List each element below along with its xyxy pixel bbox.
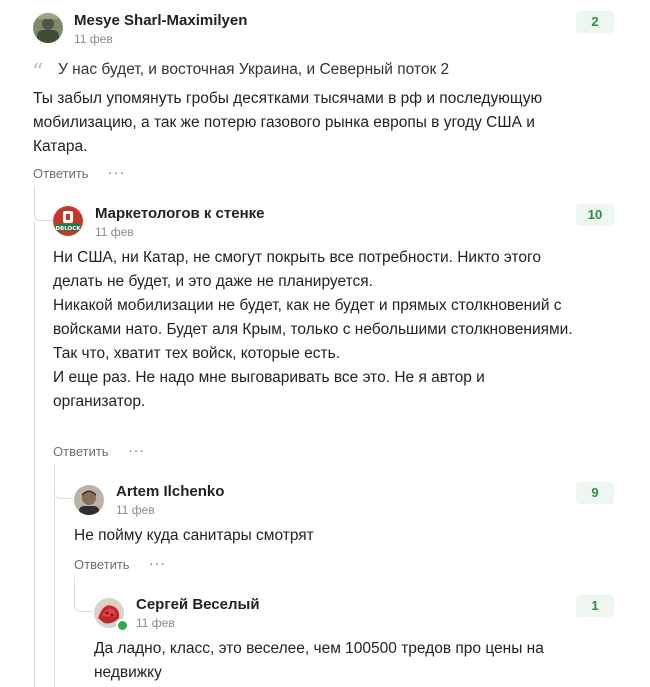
thread-line-level-1 bbox=[34, 186, 53, 221]
comment-text: Да ладно, класс, это веселее, чем 100500… bbox=[94, 640, 544, 681]
avatar-logo-text: DBLOCK bbox=[55, 226, 81, 232]
rating-badge[interactable]: 10 bbox=[576, 204, 614, 226]
avatar-photo-icon bbox=[74, 485, 104, 515]
avatar[interactable] bbox=[74, 485, 104, 515]
comment-text: Ты забыл упомянуть гробы десятками тысяч… bbox=[33, 90, 543, 155]
rating-badge[interactable]: 2 bbox=[576, 11, 614, 33]
avatar[interactable] bbox=[33, 13, 63, 43]
quoted-text: У нас будет, и восточная Украина, и Севе… bbox=[58, 61, 450, 78]
thread-line-level-2-continue bbox=[54, 498, 55, 687]
more-options-icon[interactable]: ··· bbox=[108, 164, 125, 180]
comment-text: Не пойму куда санитары смотрят bbox=[74, 527, 314, 544]
thread-line-level-3 bbox=[74, 577, 93, 612]
comment-text: Ни США, ни Катар, не смогут покрыть все … bbox=[53, 249, 573, 410]
comment-date[interactable]: 11 фев bbox=[136, 616, 175, 630]
comment-author[interactable]: Маркетологов к стенке bbox=[95, 205, 264, 222]
reply-button[interactable]: Ответить bbox=[74, 557, 130, 572]
rating-badge[interactable]: 9 bbox=[576, 482, 614, 504]
online-status-indicator bbox=[116, 619, 129, 632]
dblock-logo-icon: DBLOCK bbox=[53, 206, 83, 236]
reply-button[interactable]: Ответить bbox=[53, 444, 109, 459]
comment-date[interactable]: 11 фев bbox=[74, 32, 113, 46]
comment-author[interactable]: Mesye Sharl-Maximilyen bbox=[74, 12, 247, 29]
comment-author[interactable]: Artem Ilchenko bbox=[116, 483, 224, 500]
comment-date[interactable]: 11 фев bbox=[116, 503, 155, 517]
comment-author[interactable]: Сергей Веселый bbox=[136, 596, 260, 613]
comment-date[interactable]: 11 фев bbox=[95, 225, 134, 239]
avatar-photo-icon bbox=[33, 13, 63, 43]
rating-badge[interactable]: 1 bbox=[576, 595, 614, 617]
more-options-icon[interactable]: ··· bbox=[149, 555, 166, 571]
more-options-icon[interactable]: ··· bbox=[128, 442, 145, 458]
thread-line-level-2 bbox=[54, 464, 73, 499]
avatar[interactable]: DBLOCK bbox=[53, 206, 83, 236]
thread-line-level-1-continue bbox=[34, 220, 35, 687]
quote-icon: “ bbox=[32, 60, 44, 85]
reply-button[interactable]: Ответить bbox=[33, 166, 89, 181]
